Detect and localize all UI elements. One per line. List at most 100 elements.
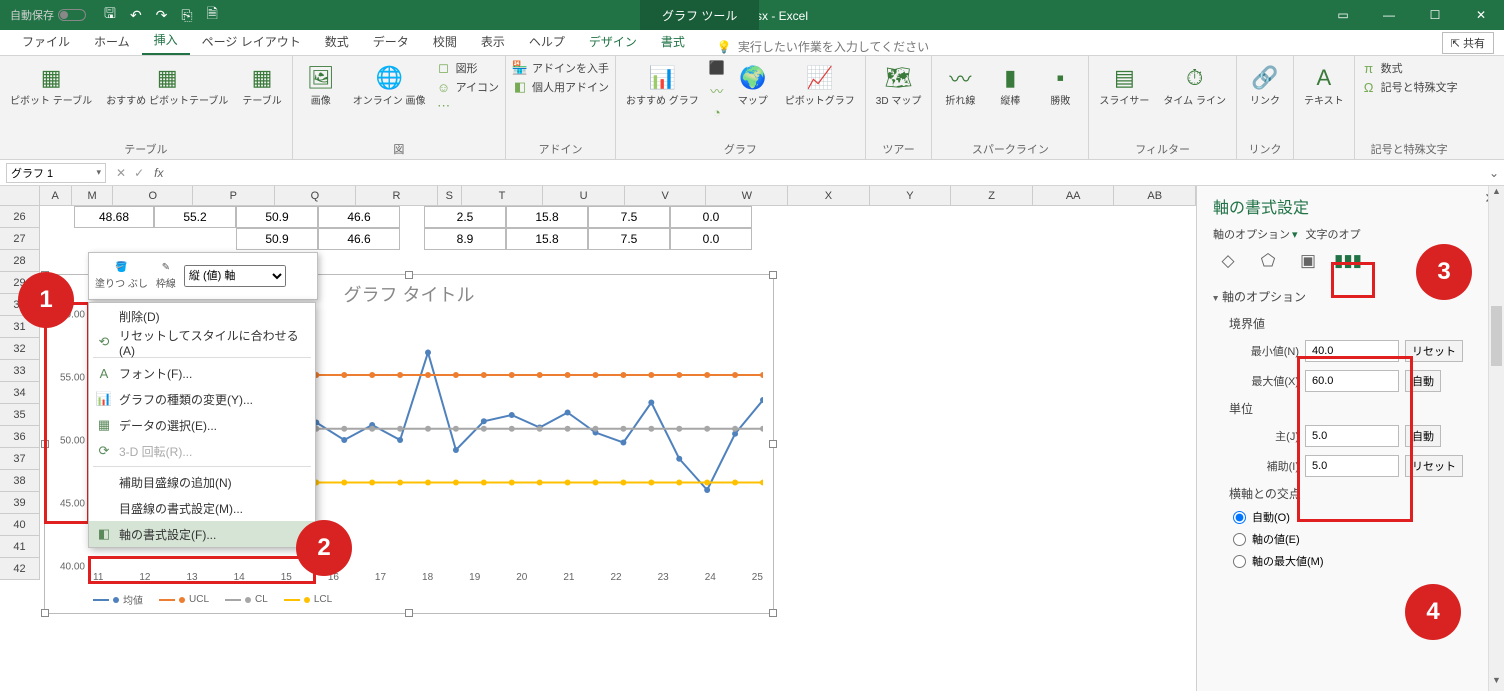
col-header[interactable]: X (788, 186, 870, 205)
symbol-button[interactable]: Ω記号と特殊文字 (1361, 79, 1458, 95)
redo-icon[interactable]: ↷ (156, 7, 168, 24)
outline-button[interactable]: ✎枠線 (156, 262, 176, 290)
close-icon[interactable]: ✕ (1458, 0, 1504, 30)
ribbon-options-icon[interactable]: ▭ (1320, 0, 1366, 30)
resize-handle[interactable] (769, 271, 777, 279)
tab-review[interactable]: 校閲 (421, 28, 469, 55)
col-header[interactable]: S (438, 186, 462, 205)
cell[interactable]: 7.5 (588, 228, 670, 250)
pivot-table-button[interactable]: ▦ピボット テーブル (6, 60, 96, 110)
major-auto-button[interactable]: 自動 (1405, 425, 1441, 447)
menu-gridline-format[interactable]: 目盛線の書式設定(M)... (89, 495, 315, 521)
maximize-icon[interactable]: ☐ (1412, 0, 1458, 30)
chart-element-select[interactable]: 縦 (値) 軸 (184, 265, 286, 287)
table-button[interactable]: ▦テーブル (238, 60, 285, 110)
resize-handle[interactable] (405, 609, 413, 617)
col-header[interactable]: R (356, 186, 438, 205)
autosave-toggle[interactable]: 自動保存 (10, 7, 86, 23)
row-header[interactable]: 41 (0, 536, 39, 558)
cell[interactable]: 15.8 (506, 228, 588, 250)
tab-data[interactable]: データ (361, 28, 421, 55)
resize-handle[interactable] (41, 440, 49, 448)
spark-winloss-button[interactable]: ▪勝敗 (1038, 60, 1082, 110)
row-header[interactable]: 27 (0, 228, 39, 250)
undo-icon[interactable]: ↶ (130, 7, 142, 24)
expand-formula-icon[interactable]: ⌄ (1484, 166, 1504, 180)
tab-help[interactable]: ヘルプ (517, 28, 577, 55)
cell[interactable]: 15.8 (506, 206, 588, 228)
row-header[interactable]: 28 (0, 250, 39, 272)
menu-reset[interactable]: ⟲リセットしてスタイルに合わせる(A) (89, 329, 315, 355)
y-axis[interactable]: 40.0045.0050.0055.0060.00 (49, 315, 89, 565)
slicer-button[interactable]: ▤スライサー (1095, 60, 1153, 110)
cell[interactable]: 46.6 (318, 228, 400, 250)
online-picture-button[interactable]: 🌐オンライン 画像 (349, 60, 430, 110)
toggle-switch-icon[interactable] (58, 9, 86, 21)
enter-icon[interactable]: ✓ (134, 166, 144, 180)
icons-button[interactable]: ☺アイコン (436, 79, 499, 95)
col-header[interactable]: U (543, 186, 625, 205)
col-header[interactable]: AA (1033, 186, 1115, 205)
col-header[interactable]: P (193, 186, 275, 205)
fx-icon[interactable]: fx (154, 166, 163, 180)
axis-options-icon[interactable]: ▮▮▮ (1337, 250, 1359, 272)
cross-max[interactable]: 軸の最大値(M) (1233, 553, 1494, 569)
tab-insert[interactable]: 挿入 (142, 26, 190, 55)
column-chart-button[interactable]: ⬛ (709, 60, 725, 76)
fill-button[interactable]: 🪣塗りつ ぶし (95, 262, 148, 290)
pane-scrollbar[interactable]: ▲ ▼ (1488, 186, 1504, 691)
cell[interactable]: 48.68 (74, 206, 154, 228)
menu-delete[interactable]: 削除(D) (89, 303, 315, 329)
col-header[interactable]: A (40, 186, 72, 205)
resize-handle[interactable] (41, 609, 49, 617)
fill-line-icon[interactable]: ◇ (1217, 250, 1239, 272)
chart-legend[interactable]: 均値 UCL CL LCL (93, 592, 763, 607)
row-header[interactable]: 35 (0, 404, 39, 426)
cell[interactable]: 0.0 (670, 206, 752, 228)
name-box[interactable]: グラフ 1▾ (6, 163, 106, 183)
tab-view[interactable]: 表示 (469, 28, 517, 55)
menu-font[interactable]: Aフォント(F)... (89, 360, 315, 386)
min-reset-button[interactable]: リセット (1405, 340, 1463, 362)
cell[interactable]: 50.9 (236, 206, 318, 228)
cell[interactable]: 55.2 (154, 206, 236, 228)
row-header[interactable]: 34 (0, 382, 39, 404)
cell[interactable]: 7.5 (588, 206, 670, 228)
pivotchart-button[interactable]: 📈ピボットグラフ (781, 60, 859, 110)
menu-axis-format[interactable]: ◧軸の書式設定(F)... (89, 521, 315, 547)
menu-select-data[interactable]: ▦データの選択(E)... (89, 412, 315, 438)
menu-add-minor-grid[interactable]: 補助目盛線の追加(N) (89, 469, 315, 495)
shapes-button[interactable]: ◻図形 (436, 60, 499, 76)
get-addins-button[interactable]: 🏪アドインを入手 (512, 60, 609, 76)
tab-page-layout[interactable]: ページ レイアウト (190, 28, 313, 55)
tab-format[interactable]: 書式 (649, 28, 697, 55)
col-header[interactable]: AB (1114, 186, 1196, 205)
col-header[interactable]: Z (951, 186, 1033, 205)
cell[interactable]: 0.0 (670, 228, 752, 250)
row-header[interactable]: 39 (0, 492, 39, 514)
pie-chart-button[interactable]: ◔ (709, 104, 725, 120)
col-header[interactable]: Y (870, 186, 952, 205)
cell[interactable]: 46.6 (318, 206, 400, 228)
scroll-thumb[interactable] (1491, 306, 1502, 366)
row-header[interactable]: 37 (0, 448, 39, 470)
save-icon[interactable]: 🖫 (104, 3, 116, 27)
rec-chart-button[interactable]: 📊おすすめ グラフ (622, 60, 703, 110)
major-input[interactable] (1305, 425, 1399, 447)
col-header[interactable]: Q (275, 186, 357, 205)
min-input[interactable] (1305, 340, 1399, 362)
more-button[interactable]: ⋯ (436, 98, 499, 114)
row-header[interactable]: 33 (0, 360, 39, 382)
picture-button[interactable]: 🖼画像 (299, 60, 343, 110)
map-button[interactable]: 🌍マップ (731, 60, 775, 110)
minor-reset-button[interactable]: リセット (1405, 455, 1463, 477)
row-header[interactable]: 26 (0, 206, 39, 228)
minor-input[interactable] (1305, 455, 1399, 477)
col-header[interactable]: T (462, 186, 544, 205)
row-header[interactable]: 42 (0, 558, 39, 580)
line-chart-button[interactable]: 〰 (709, 82, 725, 98)
size-icon[interactable]: ▣ (1297, 250, 1319, 272)
tab-design[interactable]: デザイン (577, 28, 649, 55)
my-addins-button[interactable]: ◧個人用アドイン (512, 79, 609, 95)
row-header[interactable]: 32 (0, 338, 39, 360)
